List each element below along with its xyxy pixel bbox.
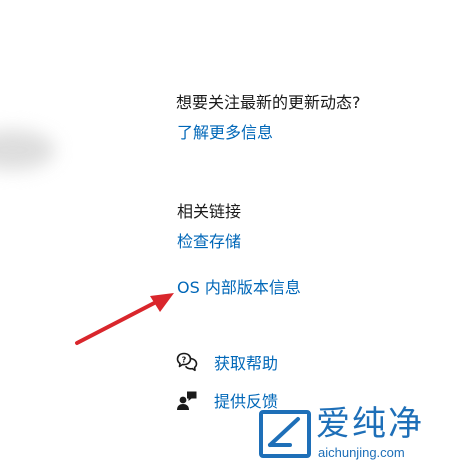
learn-more-link[interactable]: 了解更多信息 <box>177 123 273 143</box>
updates-heading: 想要关注最新的更新动态? <box>176 93 361 112</box>
svg-text:?: ? <box>182 356 187 365</box>
red-arrow-annotation <box>75 293 174 345</box>
get-help-link[interactable]: 获取帮助 <box>214 354 278 374</box>
check-storage-link[interactable]: 检查存储 <box>177 232 241 252</box>
watermark-logo-icon <box>259 410 311 458</box>
watermark: 爱纯净 aichunjing.com <box>250 405 455 465</box>
watermark-title: 爱纯净 <box>316 404 424 444</box>
related-links-heading: 相关链接 <box>177 202 242 221</box>
watermark-url: aichunjing.com <box>318 445 405 460</box>
blurred-region <box>0 130 55 170</box>
os-build-info-link[interactable]: OS 内部版本信息 <box>177 278 301 298</box>
chat-help-icon: ? <box>176 352 198 372</box>
person-feedback-icon <box>177 391 197 410</box>
settings-page: 想要关注最新的更新动态? 了解更多信息 相关链接 检查存储 OS 内部版本信息 … <box>0 0 455 465</box>
